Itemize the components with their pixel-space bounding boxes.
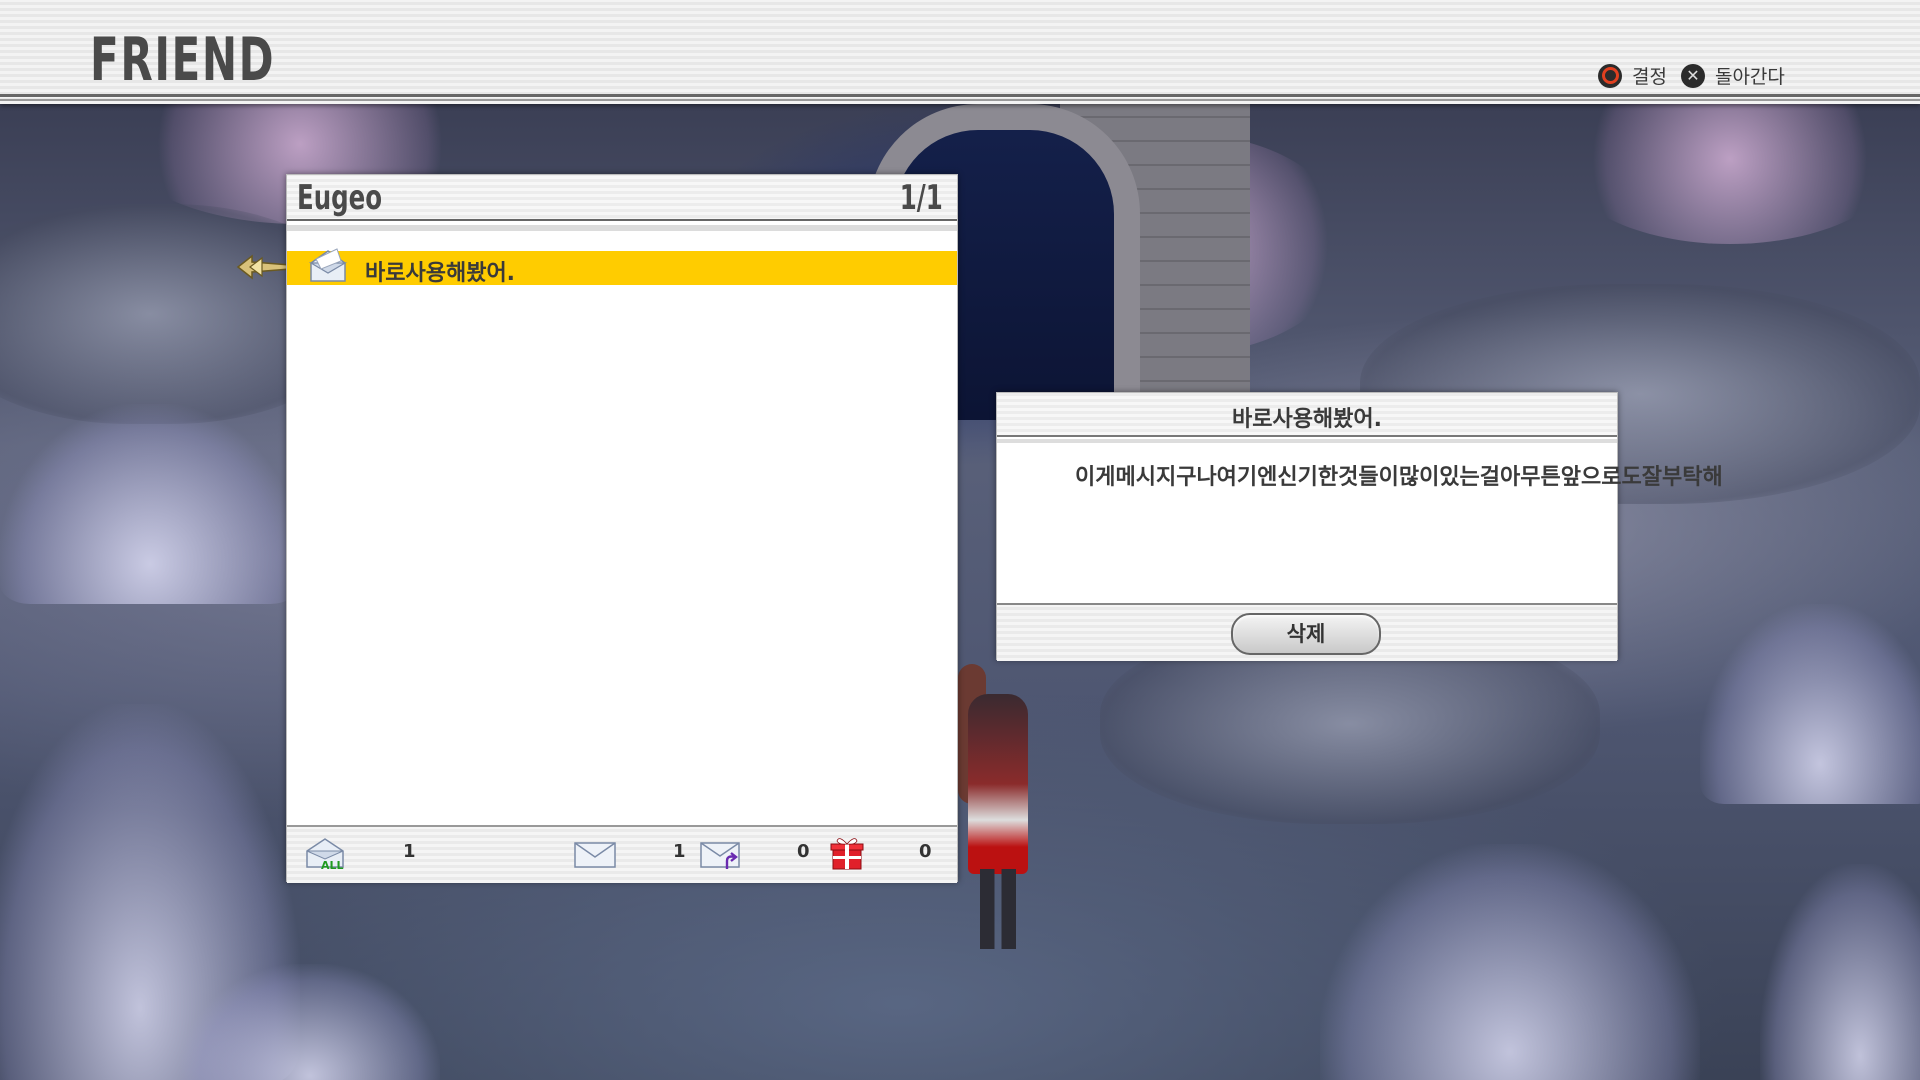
glowing-grass xyxy=(180,964,440,1080)
list-header: Eugeo 1/1 xyxy=(287,175,957,221)
unread-mail-count: 1 xyxy=(673,841,686,862)
opened-envelope-icon xyxy=(308,248,348,282)
message-body: 이게메시지구나여기엔신기한것들이많이있는걸아무튼앞으로도잘부탁해 xyxy=(1075,465,1723,490)
all-mail-count: 1 xyxy=(403,841,416,862)
message-count-footer: ALL 1 1 0 0 xyxy=(287,825,957,883)
selection-pointer-icon xyxy=(236,254,291,280)
glowing-grass xyxy=(1700,604,1920,804)
page-indicator: 1/1 xyxy=(899,178,943,218)
delete-button[interactable]: 삭제 xyxy=(1231,613,1381,655)
top-header-bar: FRIEND 결정 ✕ 돌아간다 xyxy=(0,0,1920,104)
glowing-grass xyxy=(0,404,300,604)
gift-count: 0 xyxy=(919,841,932,862)
page-title: FRIEND xyxy=(90,25,276,95)
cross-button-icon: ✕ xyxy=(1680,63,1705,88)
message-detail-panel: 바로사용해봤어. 이게메시지구나여기엔신기한것들이많이있는걸아무튼앞으로도잘부탁… xyxy=(996,392,1723,661)
player-character xyxy=(958,664,1038,954)
unread-mail-icon xyxy=(574,842,616,868)
button-prompts: 결정 ✕ 돌아간다 xyxy=(1598,62,1799,89)
message-subject: 바로사용해봤어. xyxy=(365,261,516,286)
cherry-tree xyxy=(1560,104,1900,244)
reply-mail-count: 0 xyxy=(797,841,810,862)
message-title: 바로사용해봤어. xyxy=(1231,407,1383,432)
all-mail-icon: ALL xyxy=(306,838,344,871)
detail-footer: 삭제 xyxy=(997,603,1617,661)
confirm-label: 결정 xyxy=(1632,66,1667,88)
glowing-grass xyxy=(1760,864,1920,1080)
message-list-panel: Eugeo 1/1 바로사용해봤어. ALL 1 1 0 0 xyxy=(286,174,958,883)
friend-name: Eugeo xyxy=(297,178,383,218)
back-label: 돌아간다 xyxy=(1714,66,1785,88)
detail-header: 바로사용해봤어. xyxy=(997,393,1617,437)
glowing-grass xyxy=(1320,844,1700,1080)
svg-text:ALL: ALL xyxy=(321,859,344,871)
gift-icon xyxy=(830,838,864,870)
message-list-item[interactable]: 바로사용해봤어. xyxy=(287,248,957,286)
reply-mail-icon xyxy=(700,842,740,869)
circle-button-icon xyxy=(1598,63,1622,88)
